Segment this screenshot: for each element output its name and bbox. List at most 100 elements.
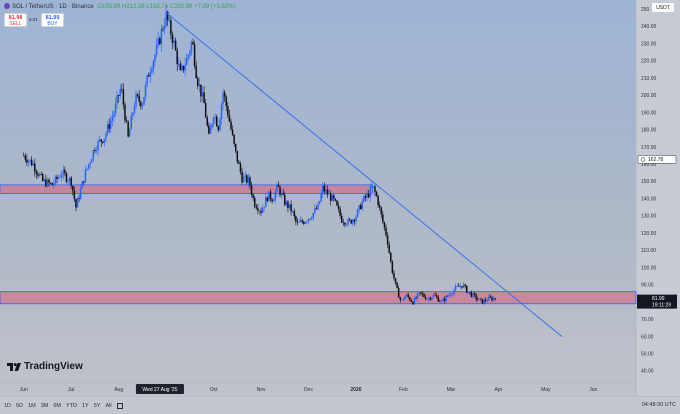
- buy-button[interactable]: 81.99 BUY: [41, 13, 64, 27]
- candle-body: [399, 297, 402, 300]
- timeframe-6m[interactable]: 6M: [53, 403, 61, 409]
- candle: [356, 208, 359, 218]
- candle-body: [242, 176, 245, 183]
- candle-body: [277, 184, 280, 187]
- candle-body: [260, 210, 262, 213]
- price-tick-label: 200.00: [641, 93, 657, 99]
- candle: [481, 299, 484, 305]
- timeframe-3m[interactable]: 3M: [41, 403, 49, 409]
- candle-body: [113, 113, 115, 118]
- candle-body: [391, 261, 394, 273]
- candle-body: [54, 176, 57, 184]
- candle-body: [144, 84, 147, 97]
- calendar-icon[interactable]: [116, 402, 123, 409]
- candle-body: [390, 252, 392, 262]
- candle-body: [480, 298, 482, 300]
- time-tick-label: 2026: [350, 387, 361, 393]
- candle-body: [173, 40, 175, 43]
- candle-body: [84, 169, 87, 183]
- price-chart[interactable]: 250.00240.00230.00220.00210.00200.00190.…: [0, 0, 680, 396]
- candle: [193, 40, 196, 70]
- candle-body: [397, 288, 400, 298]
- sell-button[interactable]: 81.98 SELL: [4, 13, 27, 27]
- candle-body: [356, 209, 359, 218]
- timeframe-1d[interactable]: 1D: [4, 403, 11, 409]
- candle-body: [246, 175, 248, 183]
- time-tick-label: Jun: [20, 387, 28, 393]
- candle-body: [230, 121, 232, 130]
- candle: [390, 251, 392, 264]
- currency-button[interactable]: USDT: [651, 2, 675, 13]
- candle-body: [30, 159, 33, 166]
- candle-body: [217, 126, 220, 131]
- tradingview-logo[interactable]: TradingView: [7, 361, 83, 372]
- candle-body: [269, 191, 272, 200]
- candle-body: [130, 115, 133, 130]
- candle-body: [377, 196, 379, 206]
- candle-body: [323, 185, 326, 192]
- candle-body: [333, 195, 335, 199]
- candle-body: [261, 208, 264, 213]
- candle-body: [325, 189, 327, 192]
- candle-body: [326, 189, 329, 195]
- candle-body: [140, 101, 142, 107]
- utc-clock[interactable]: 04:48:30 UTC: [642, 402, 676, 408]
- price-tick-label: 230.00: [641, 41, 657, 47]
- candle-body: [22, 155, 25, 157]
- candle-body: [445, 295, 447, 301]
- candle-body: [62, 169, 65, 175]
- candle-body: [345, 224, 348, 226]
- candle-body: [257, 208, 259, 211]
- candle-body: [416, 293, 419, 299]
- candle-body: [359, 205, 362, 210]
- candle: [465, 285, 468, 294]
- timeframe-ytd[interactable]: YTD: [66, 403, 77, 409]
- symbol-legend[interactable]: SOL / TetherUS · 1D · Binance O195.89 H2…: [4, 3, 237, 10]
- candle-body: [215, 116, 218, 127]
- price-tick-label: 170.00: [641, 145, 657, 151]
- chart-background: [0, 0, 636, 396]
- candle-body: [70, 177, 72, 186]
- candle-body: [380, 207, 383, 215]
- candle-body: [331, 195, 333, 201]
- timeframe-5d[interactable]: 5D: [16, 403, 23, 409]
- candle-body: [375, 191, 378, 197]
- candle-body: [79, 188, 82, 199]
- candle-body: [477, 299, 479, 300]
- time-tick-label: Jun: [589, 387, 597, 393]
- candle-body: [404, 296, 406, 300]
- candle-body: [86, 168, 88, 170]
- candle-body: [492, 298, 495, 301]
- candle-body: [458, 285, 460, 287]
- candle-body: [271, 199, 273, 202]
- candle-body: [193, 44, 196, 66]
- candle-body: [415, 297, 417, 299]
- candle-body: [212, 117, 215, 124]
- candle-body: [429, 297, 432, 300]
- candle-body: [263, 206, 265, 209]
- candle-body: [352, 219, 354, 224]
- candle-body: [424, 297, 427, 300]
- buy-label: BUY: [47, 21, 58, 27]
- price-tick-label: 240.00: [641, 24, 657, 30]
- candle-body: [185, 57, 188, 66]
- timeframe-1y[interactable]: 1Y: [82, 403, 89, 409]
- candle-body: [423, 294, 425, 298]
- candle-body: [160, 28, 163, 45]
- current-price-label: 81.99: [652, 296, 665, 302]
- candle-body: [24, 155, 27, 160]
- candle-body: [420, 292, 422, 294]
- candle-body: [92, 150, 95, 160]
- timeframe-5y[interactable]: 5Y: [94, 403, 101, 409]
- spread-value: 0.01: [29, 17, 38, 22]
- timeframe-1m[interactable]: 1M: [28, 403, 36, 409]
- candle-body: [91, 159, 93, 163]
- candle-body: [353, 219, 356, 222]
- timeframe-all[interactable]: All: [105, 403, 111, 409]
- candle-body: [465, 285, 468, 293]
- candle-body: [361, 201, 364, 210]
- candle-body: [301, 220, 303, 223]
- candle-body: [98, 139, 101, 142]
- price-tick-label: 210.00: [641, 76, 657, 82]
- candle-body: [127, 121, 129, 137]
